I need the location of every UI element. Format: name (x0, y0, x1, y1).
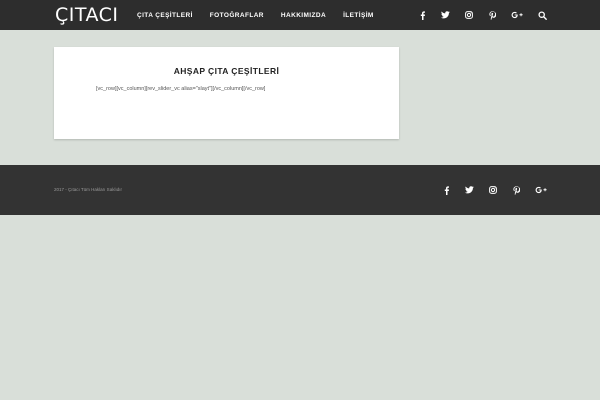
footer-twitter-icon[interactable] (463, 184, 475, 196)
footer-pinterest-icon[interactable] (510, 184, 522, 196)
facebook-icon[interactable] (416, 9, 428, 21)
nav-item-fotograflar[interactable]: FOTOĞRAFLAR (210, 12, 264, 19)
nav-item-cita-cesitleri[interactable]: ÇITA ÇEŞİTLERİ (137, 12, 193, 19)
main-nav: ÇITA ÇEŞİTLERİ FOTOĞRAFLAR HAKKIMIZDA İL… (137, 0, 391, 30)
footer-instagram-icon[interactable] (487, 184, 499, 196)
search-icon[interactable] (536, 9, 548, 21)
top-navigation-bar: ÇITACI ÇITA ÇEŞİTLERİ FOTOĞRAFLAR HAKKIM… (0, 0, 600, 30)
footer-google-plus-icon[interactable] (534, 184, 548, 196)
site-footer: 2017 - Çıtacı Tüm Hakları Saklıdır (0, 165, 600, 215)
content-card: AHŞAP ÇITA ÇEŞİTLERİ [vc_row][vc_column]… (54, 47, 399, 139)
google-plus-icon[interactable] (510, 9, 524, 21)
instagram-icon[interactable] (463, 9, 475, 21)
nav-item-hakkimizda[interactable]: HAKKIMIZDA (281, 12, 326, 19)
page-title: AHŞAP ÇITA ÇEŞİTLERİ (173, 66, 280, 76)
footer-facebook-icon[interactable] (440, 184, 452, 196)
nav-item-iletisim[interactable]: İLETİŞİM (343, 12, 374, 19)
shortcode-text: [vc_row][vc_column][rev_slider_vc alias=… (96, 86, 266, 92)
pinterest-icon[interactable] (486, 9, 498, 21)
site-logo[interactable]: ÇITACI (55, 4, 119, 26)
twitter-icon[interactable] (439, 9, 451, 21)
copyright-text: 2017 - Çıtacı Tüm Hakları Saklıdır (54, 187, 122, 192)
